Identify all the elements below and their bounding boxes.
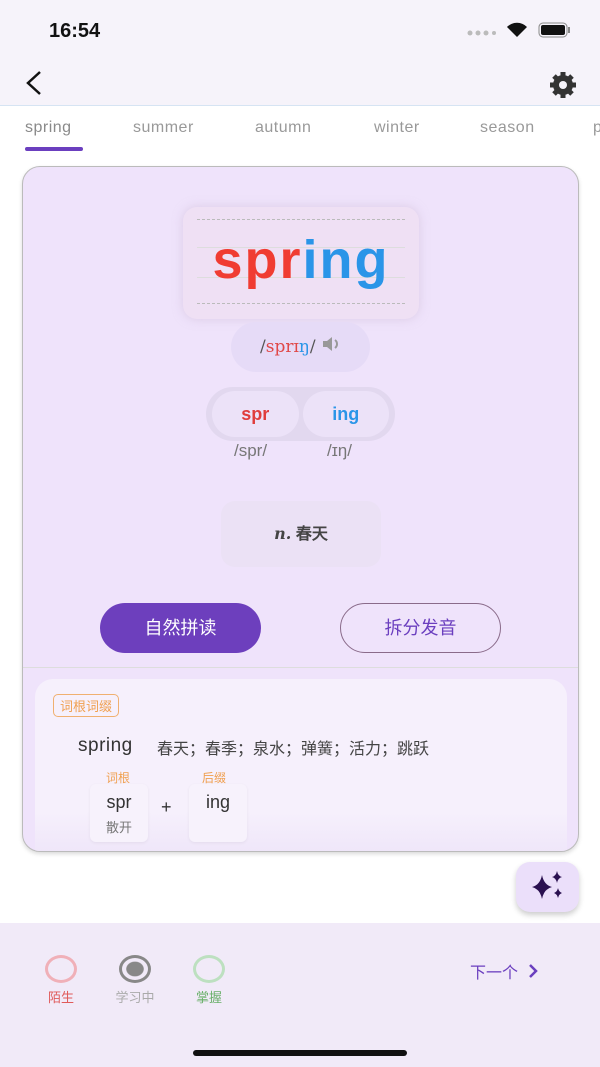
back-icon[interactable] [22, 68, 46, 103]
phonics-button[interactable]: 自然拼读 [100, 603, 261, 653]
status-label: 陌生 [47, 990, 74, 1005]
radio-selected-icon [119, 955, 151, 983]
speaker-icon[interactable] [321, 337, 341, 357]
roots-affixes-panel: 词根词缀 spring 春天；春季；泉水；弹簧；活力；跳跃 词根 后缀 spr 散… [35, 679, 567, 851]
meaning: n. 春天 [221, 501, 381, 567]
phonetic-button[interactable]: /sprɪŋ/ [231, 322, 370, 372]
word-card: spring /sprɪŋ/ spr ing /spr/ /ɪŋ/ n. 春天 … [22, 166, 579, 852]
bottom-bar: 陌生 学习中 掌握 下一个 [0, 923, 600, 1067]
segment-phonetic: /spr/ [234, 441, 268, 460]
word-tabs: spring summer autumn winter season p [0, 106, 600, 152]
split-pronunciation-button[interactable]: 拆分发音 [340, 603, 501, 653]
root-part: spr 散开 [90, 784, 148, 842]
part-of-speech: n. [274, 524, 292, 543]
status-bar: 16:54 [0, 0, 600, 60]
tab-summer[interactable]: summer [133, 119, 194, 137]
tab-spring[interactable]: spring [25, 119, 72, 137]
tab-autumn[interactable]: autumn [255, 119, 311, 137]
phonetic-part-2: ŋ [298, 337, 310, 357]
signal-icon [466, 24, 496, 42]
plus-sign: + [161, 797, 172, 817]
suffix-part: ing [189, 784, 247, 842]
nav-bar [0, 60, 600, 106]
root-word: spring [78, 735, 133, 756]
word-part-2: ing [302, 230, 390, 290]
status-unfamiliar[interactable]: 陌生 [31, 955, 91, 1006]
next-button[interactable]: 下一个 [470, 959, 539, 983]
segment-spr[interactable]: spr [212, 391, 299, 437]
next-label: 下一个 [470, 965, 519, 982]
tab-next-word[interactable]: p [593, 119, 600, 137]
chevron-right-icon [527, 964, 539, 982]
tab-winter[interactable]: winter [374, 119, 420, 137]
part-meaning: 散开 [105, 820, 132, 835]
status-learning[interactable]: 学习中 [105, 955, 165, 1006]
status-mastered[interactable]: 掌握 [179, 955, 239, 1006]
segment-ing[interactable]: ing [302, 391, 389, 437]
tab-season[interactable]: season [480, 119, 535, 137]
battery-icon [538, 22, 572, 43]
radio-icon [45, 955, 77, 983]
part-text: spr [106, 792, 132, 812]
phonetic-slash: / [309, 337, 316, 357]
divider [23, 667, 578, 668]
wifi-icon [506, 22, 528, 43]
tab-indicator [25, 147, 83, 151]
gear-icon[interactable] [548, 70, 578, 105]
ai-sparkle-button[interactable] [516, 862, 579, 912]
segment-phonetic: /ɪŋ/ [327, 441, 352, 460]
status-label: 掌握 [195, 990, 222, 1005]
sparkle-icon [530, 869, 566, 906]
roots-tag: 词根词缀 [53, 694, 120, 717]
word-display: spring [183, 207, 419, 319]
status-label: 学习中 [115, 990, 155, 1005]
phonetic-part-1: sprɪ [265, 337, 299, 357]
syllable-split: spr ing [206, 387, 395, 441]
radio-icon [193, 955, 225, 983]
clock: 16:54 [49, 20, 101, 42]
root-definition: 春天；春季；泉水；弹簧；活力；跳跃 [157, 741, 430, 758]
meaning-text: 春天 [295, 526, 328, 543]
part-text: ing [205, 792, 231, 812]
word-part-1: spr [212, 230, 303, 290]
home-indicator [193, 1050, 407, 1056]
